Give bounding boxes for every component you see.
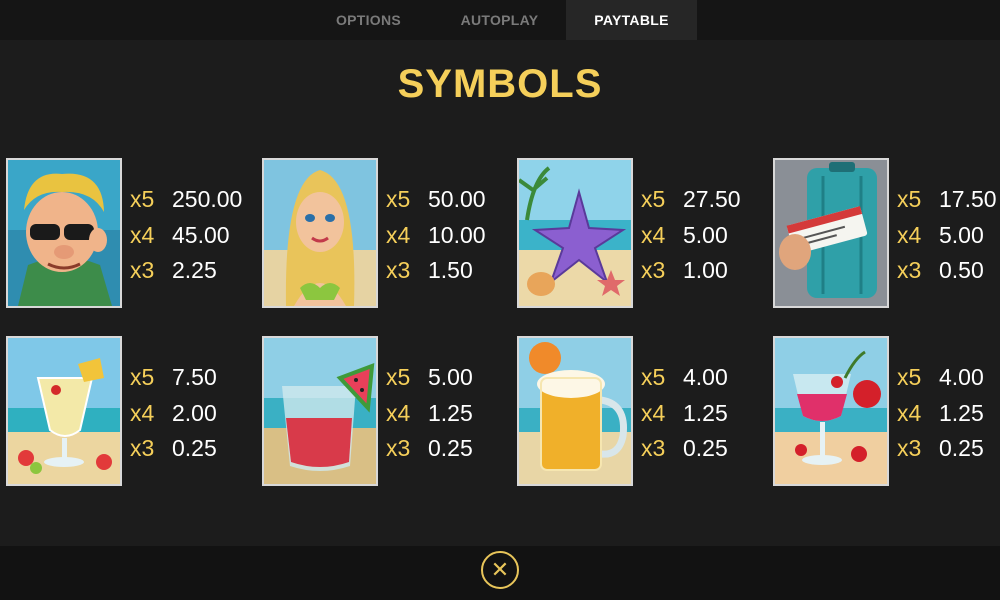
payout-row: x3 2.25 xyxy=(130,253,242,289)
blonde-woman-icon xyxy=(262,158,378,308)
payout-value: 7.50 xyxy=(172,364,217,391)
payout-row: x5 250.00 xyxy=(130,182,242,218)
multiplier-label: x5 xyxy=(897,186,922,213)
pina-colada-icon xyxy=(6,336,122,486)
payout-row: x3 0.50 xyxy=(897,253,997,289)
beer-mug-icon xyxy=(517,336,633,486)
payout-row: x4 5.00 xyxy=(897,218,997,254)
payout-row: x4 45.00 xyxy=(130,218,242,254)
payout-row: x5 17.50 xyxy=(897,182,997,218)
starfish-icon xyxy=(517,158,633,308)
payout-row: x4 5.00 xyxy=(641,218,741,254)
payout-row: x3 0.25 xyxy=(130,431,217,467)
payout-value: 2.25 xyxy=(172,257,217,284)
multiplier-label: x3 xyxy=(130,257,155,284)
multiplier-label: x4 xyxy=(386,221,411,248)
payout-row: x5 5.00 xyxy=(386,360,473,396)
payout-row: x3 0.25 xyxy=(386,431,473,467)
multiplier-label: x4 xyxy=(641,221,666,248)
multiplier-label: x5 xyxy=(897,364,922,391)
payout-row: x3 0.25 xyxy=(897,431,984,467)
payout-value: 5.00 xyxy=(428,364,473,391)
tab-options[interactable]: OPTIONS xyxy=(303,0,434,40)
payout-value: 0.25 xyxy=(428,435,473,462)
close-icon: ✕ xyxy=(490,557,510,582)
multiplier-label: x4 xyxy=(897,399,922,426)
payout-value: 2.00 xyxy=(172,399,217,426)
payout-row: x4 10.00 xyxy=(386,218,486,254)
multiplier-label: x3 xyxy=(897,257,922,284)
multiplier-label: x5 xyxy=(130,186,155,213)
payout-value: 1.25 xyxy=(683,399,728,426)
close-button[interactable]: ✕ xyxy=(481,551,519,589)
man-with-sunglasses-icon xyxy=(6,158,122,308)
tab-autoplay[interactable]: AUTOPLAY xyxy=(434,0,565,40)
payout-row: x4 1.25 xyxy=(641,396,728,432)
multiplier-label: x3 xyxy=(641,435,666,462)
payout-value: 10.00 xyxy=(428,221,486,248)
payout-value: 4.00 xyxy=(939,364,984,391)
payout-value: 1.00 xyxy=(683,257,728,284)
multiplier-label: x4 xyxy=(130,221,155,248)
payout-value: 4.00 xyxy=(683,364,728,391)
payout-value: 17.50 xyxy=(939,186,997,213)
payout-value: 0.50 xyxy=(939,257,984,284)
payout-row: x3 1.50 xyxy=(386,253,486,289)
payout-row: x4 2.00 xyxy=(130,396,217,432)
payout-value: 1.25 xyxy=(428,399,473,426)
multiplier-label: x5 xyxy=(641,364,666,391)
payout-row: x5 4.00 xyxy=(641,360,728,396)
payout-row: x3 1.00 xyxy=(641,253,741,289)
payout-row: x4 1.25 xyxy=(897,396,984,432)
payout-value: 0.25 xyxy=(683,435,728,462)
payout-value: 250.00 xyxy=(172,186,243,213)
top-tab-bar: OPTIONS AUTOPLAY PAYTABLE xyxy=(0,0,1000,40)
multiplier-label: x5 xyxy=(386,364,411,391)
tab-paytable[interactable]: PAYTABLE xyxy=(566,0,697,40)
payout-value: 27.50 xyxy=(683,186,741,213)
page-title: SYMBOLS xyxy=(397,62,603,106)
multiplier-label: x3 xyxy=(641,257,666,284)
suitcase-ticket-icon xyxy=(773,158,889,308)
payout-value: 5.00 xyxy=(939,221,984,248)
multiplier-label: x4 xyxy=(386,399,411,426)
multiplier-label: x3 xyxy=(897,435,922,462)
multiplier-label: x3 xyxy=(386,257,411,284)
multiplier-label: x5 xyxy=(130,364,155,391)
watermelon-juice-icon xyxy=(262,336,378,486)
payout-row: x5 27.50 xyxy=(641,182,741,218)
multiplier-label: x3 xyxy=(386,435,411,462)
payout-value: 1.25 xyxy=(939,399,984,426)
payout-row: x5 4.00 xyxy=(897,360,984,396)
multiplier-label: x3 xyxy=(130,435,155,462)
payout-value: 50.00 xyxy=(428,186,486,213)
payout-row: x4 1.25 xyxy=(386,396,473,432)
cherry-cocktail-icon xyxy=(773,336,889,486)
symbol-card: x5 17.50 x4 5.00 x3 0.50 xyxy=(773,158,1000,308)
payout-value: 0.25 xyxy=(939,435,984,462)
multiplier-label: x5 xyxy=(641,186,666,213)
payout-row: x3 0.25 xyxy=(641,431,728,467)
payout-row: x5 7.50 xyxy=(130,360,217,396)
multiplier-label: x4 xyxy=(130,399,155,426)
multiplier-label: x4 xyxy=(897,221,922,248)
multiplier-label: x5 xyxy=(386,186,411,213)
symbol-card: x5 4.00 x4 1.25 x3 0.25 xyxy=(773,336,1000,486)
multiplier-label: x4 xyxy=(641,399,666,426)
payout-value: 0.25 xyxy=(172,435,217,462)
payout-value: 1.50 xyxy=(428,257,473,284)
payout-value: 5.00 xyxy=(683,221,728,248)
payout-value: 45.00 xyxy=(172,221,230,248)
payout-row: x5 50.00 xyxy=(386,182,486,218)
